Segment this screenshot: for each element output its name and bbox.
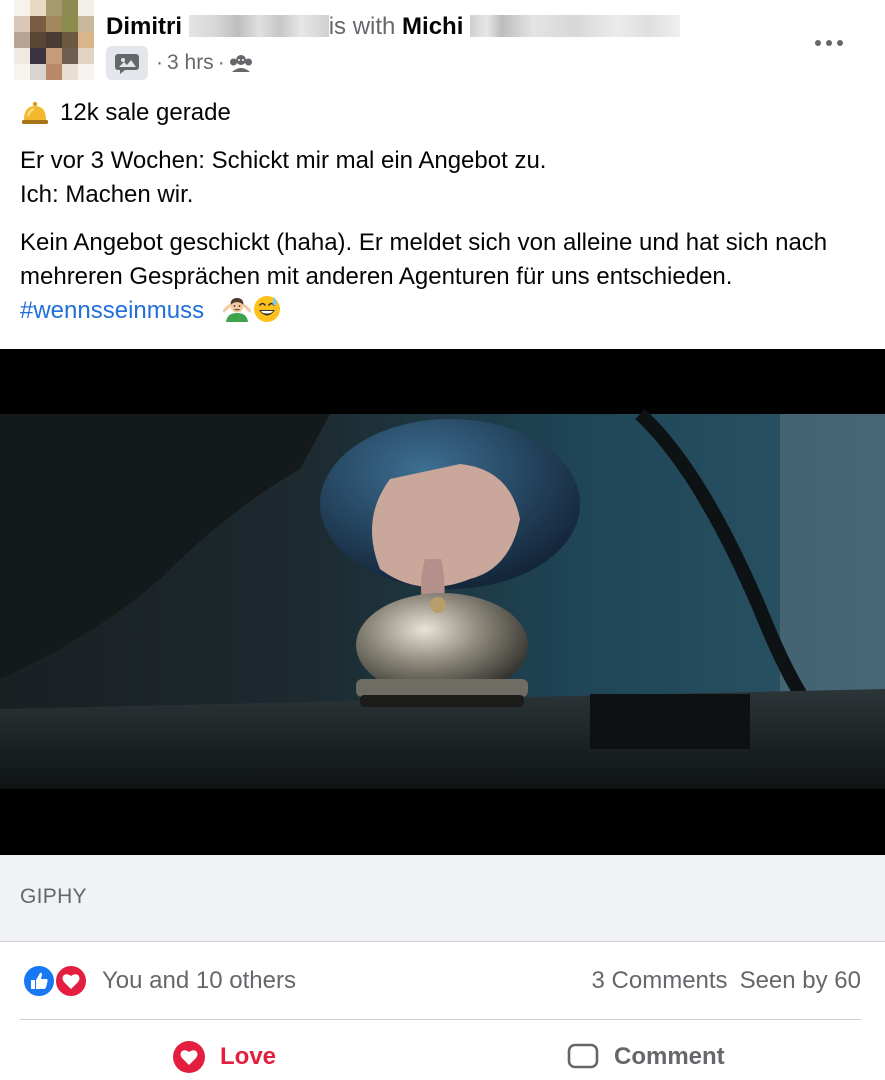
comment-icon: [566, 1040, 600, 1074]
reactions-bar: You and 10 others 3 Comments Seen by 60: [0, 942, 885, 1018]
gif-badge: [106, 46, 148, 80]
post-para-2-line-2: Ich: Machen wir.: [20, 181, 194, 208]
seen-by-count[interactable]: Seen by 60: [740, 964, 861, 998]
love-button[interactable]: Love: [172, 1040, 276, 1074]
gif-icon: [115, 54, 139, 74]
separator-dot: ·: [217, 51, 225, 74]
comment-button[interactable]: Comment: [566, 1040, 725, 1074]
comments-count[interactable]: 3 Comments: [592, 964, 728, 998]
hashtag-link[interactable]: #wennsseinmuss: [20, 297, 204, 324]
post-header: Dimitri is with Michi · 3 hrs ·: [0, 0, 885, 95]
giphy-source-label: GIPHY: [20, 885, 87, 908]
comment-label: Comment: [614, 1043, 725, 1070]
grinning-face-with-sweat-emoji-icon: [253, 295, 281, 323]
post-para-3: Kein Angebot geschickt (haha). Er meldet…: [20, 229, 828, 290]
like-icon: [22, 964, 56, 998]
more-icon: [815, 40, 843, 46]
redacted-tagged-surname: [470, 14, 681, 37]
post-time[interactable]: 3 hrs: [167, 51, 214, 75]
gif-media[interactable]: [0, 349, 885, 855]
post-body: 12k sale gerade Er vor 3 Wochen: Schickt…: [20, 96, 870, 328]
reactions-summary[interactable]: You and 10 others: [102, 964, 296, 998]
reaction-icons[interactable]: [22, 964, 90, 998]
person-shrugging-emoji-icon: [222, 295, 252, 323]
author-name[interactable]: Dimitri: [106, 13, 182, 40]
more-options-button[interactable]: [808, 26, 850, 60]
gif-source-bar[interactable]: GIPHY: [0, 855, 885, 942]
post-line-1: 12k sale gerade: [60, 99, 231, 126]
redacted-surname: [188, 14, 329, 37]
avatar[interactable]: [14, 0, 94, 80]
post-actions: Love Comment: [0, 1020, 885, 1080]
post-para-2-line-1: Er vor 3 Wochen: Schickt mir mal ein Ang…: [20, 147, 547, 174]
with-label: is with: [328, 13, 396, 40]
group-audience-icon[interactable]: [229, 52, 253, 74]
love-icon: [172, 1040, 206, 1074]
bellhop-bell-emoji-icon: [20, 98, 50, 128]
separator-dot: ·: [156, 51, 163, 74]
love-icon: [54, 964, 88, 998]
tagged-name[interactable]: Michi: [402, 13, 463, 40]
love-label: Love: [220, 1043, 277, 1070]
gif-frame-image: [0, 349, 885, 855]
